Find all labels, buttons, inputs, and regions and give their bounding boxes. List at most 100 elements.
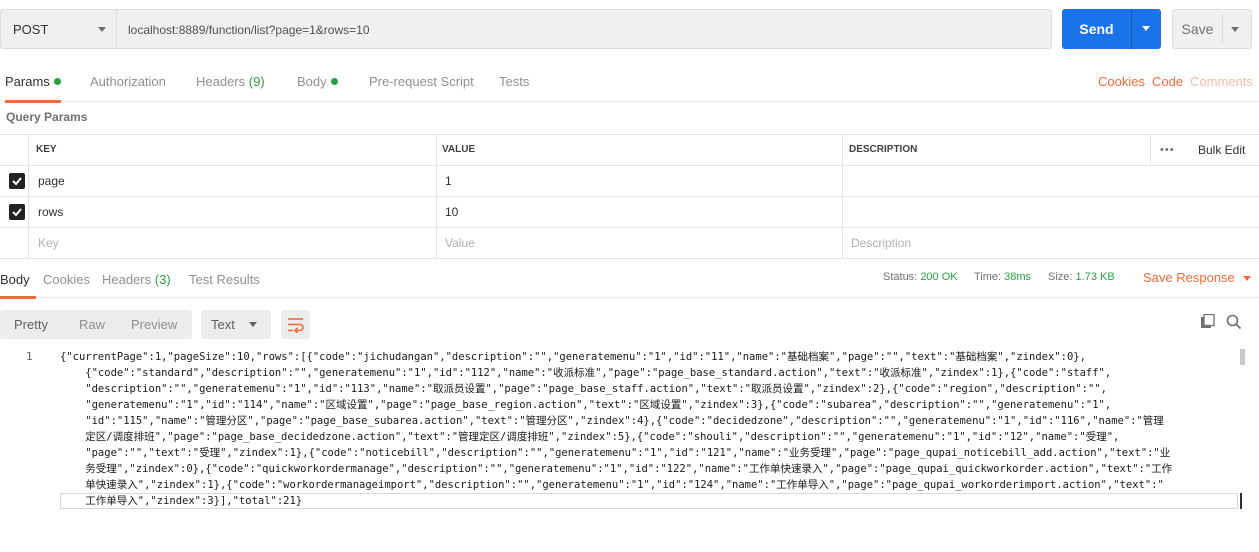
new-description-field[interactable]: Description — [851, 228, 911, 258]
column-divider — [842, 135, 843, 259]
bulk-edit-link[interactable]: Bulk Edit — [1198, 135, 1245, 165]
format-select[interactable]: Text — [201, 310, 271, 339]
tab-response-cookies[interactable]: Cookies — [43, 262, 90, 298]
new-key-field[interactable]: Key — [38, 228, 59, 258]
param-key[interactable]: page — [38, 166, 65, 196]
chevron-down-icon — [249, 322, 257, 327]
time-label: Time: — [974, 271, 1002, 283]
divider — [1222, 14, 1223, 44]
modified-dot-icon — [330, 78, 338, 85]
tab-headers[interactable]: Headers (9) — [196, 60, 265, 102]
wrap-lines-icon — [288, 318, 304, 333]
cookies-link[interactable]: Cookies — [1098, 60, 1145, 102]
tab-response-headers[interactable]: Headers (3) — [102, 262, 171, 298]
param-value[interactable]: 10 — [445, 197, 458, 227]
divider — [1131, 9, 1132, 49]
size-value: 1.73 KB — [1075, 271, 1115, 283]
view-raw[interactable]: Raw — [79, 310, 105, 339]
code-line: 工作单导入","zindex":3}],"total":21} — [60, 495, 303, 507]
comments-link[interactable]: Comments — [1190, 60, 1253, 102]
chevron-down-icon — [98, 27, 106, 32]
response-headers-count: (3) — [154, 272, 171, 287]
column-divider — [1150, 135, 1151, 165]
status-readout: Status: 200 OK — [883, 271, 958, 283]
send-button-label: Send — [1079, 21, 1114, 37]
code-line: 务受理","zindex":0},{"code":"quickworkorder… — [60, 463, 1173, 475]
table-header-row: KEY VALUE DESCRIPTION ••• Bulk Edit — [0, 135, 1259, 166]
tab-body-label: Body — [297, 74, 327, 89]
size-label: Size: — [1048, 271, 1073, 283]
tab-params-label: Params — [5, 74, 50, 89]
active-tab-indicator — [5, 100, 61, 103]
code-line: {"currentPage":1,"pageSize":10,"rows":[{… — [60, 351, 1086, 363]
size-readout: Size: 1.73 KB — [1048, 271, 1115, 283]
save-options-chevron-icon[interactable] — [1231, 27, 1239, 32]
row-checkbox[interactable] — [9, 204, 25, 220]
table-row: page 1 — [0, 166, 1259, 197]
time-value: 38ms — [1004, 271, 1032, 283]
code-line: "description":"","generatemenu":"1","id"… — [60, 383, 1107, 395]
tab-test-results[interactable]: Test Results — [189, 262, 260, 298]
view-preview[interactable]: Preview — [131, 310, 177, 339]
scrollbar-thumb[interactable] — [1240, 349, 1245, 365]
save-response-button[interactable]: Save Response — [1143, 270, 1251, 285]
column-header-key: KEY — [36, 144, 57, 155]
checkmark-icon — [12, 177, 22, 186]
tab-tests[interactable]: Tests — [499, 60, 529, 102]
more-options-icon[interactable]: ••• — [1160, 135, 1175, 165]
active-tab-indicator — [0, 296, 36, 299]
tab-prerequest-script[interactable]: Pre-request Script — [369, 60, 474, 102]
body-view-toggle: Pretty Raw Preview — [0, 310, 192, 339]
tab-headers-label: Headers — [196, 74, 246, 89]
checkmark-icon — [12, 208, 22, 217]
tab-authorization[interactable]: Authorization — [90, 60, 166, 102]
params-table: KEY VALUE DESCRIPTION ••• Bulk Edit page… — [0, 134, 1259, 259]
url-input[interactable]: localhost:8889/function/list?page=1&rows… — [116, 9, 1052, 49]
code-line: "generatemenu":"1","id":"114","name":"区域… — [60, 399, 1112, 411]
code-line: {"code":"standard","description":"","gen… — [60, 367, 1112, 379]
table-row-new: Key Value Description — [0, 228, 1259, 259]
param-key[interactable]: rows — [38, 197, 63, 227]
send-button[interactable]: Send — [1062, 9, 1161, 49]
query-params-title: Query Params — [6, 110, 88, 124]
param-value[interactable]: 1 — [445, 166, 452, 196]
code-line: "id":"115","name":"管理分区","page":"page_ba… — [60, 415, 1164, 427]
request-bar: POST localhost:8889/function/list?page=1… — [0, 9, 1259, 49]
line-number: 1 — [26, 350, 33, 363]
search-icon[interactable] — [1226, 314, 1242, 333]
column-divider — [28, 135, 29, 259]
column-header-description: DESCRIPTION — [849, 144, 918, 155]
new-value-field[interactable]: Value — [445, 228, 475, 258]
table-row: rows 10 — [0, 197, 1259, 228]
save-button[interactable]: Save — [1172, 9, 1252, 49]
headers-count-badge: (9) — [248, 74, 265, 89]
copy-icon[interactable] — [1200, 313, 1215, 332]
tab-response-body[interactable]: Body — [0, 262, 36, 299]
response-body-code[interactable]: {"currentPage":1,"pageSize":10,"rows":[{… — [60, 349, 1230, 509]
method-value: POST — [13, 22, 49, 37]
send-options-chevron-icon[interactable] — [1142, 26, 1150, 31]
code-line: 定区/调度排班","page":"page_base_decidedzone.a… — [60, 431, 1120, 443]
modified-dot-icon — [53, 78, 61, 85]
column-header-value: VALUE — [442, 144, 476, 155]
row-checkbox[interactable] — [9, 173, 25, 189]
format-value: Text — [211, 317, 235, 332]
tab-response-body-label: Body — [0, 272, 30, 287]
status-label: Status: — [883, 271, 918, 283]
request-tabs: Params Authorization Headers (9) Body Pr… — [0, 60, 1259, 103]
status-value: 200 OK — [920, 271, 958, 283]
wrap-lines-button[interactable] — [281, 310, 310, 339]
code-link[interactable]: Code — [1152, 60, 1183, 102]
save-response-label: Save Response — [1143, 270, 1235, 285]
tab-response-headers-label: Headers — [102, 272, 152, 287]
column-divider — [436, 135, 437, 259]
save-button-label: Save — [1181, 21, 1214, 37]
method-select[interactable]: POST — [0, 9, 116, 49]
tab-params[interactable]: Params — [5, 60, 61, 103]
scrollbar-marker — [1240, 493, 1248, 509]
tab-body[interactable]: Body — [297, 60, 338, 102]
view-pretty[interactable]: Pretty — [14, 310, 48, 339]
time-readout: Time: 38ms — [974, 271, 1031, 283]
code-line: "page":"","text":"受理","zindex":1},{"code… — [60, 447, 1171, 459]
code-line: 单快速录入","zindex":1},{"code":"workorderman… — [60, 479, 1164, 491]
